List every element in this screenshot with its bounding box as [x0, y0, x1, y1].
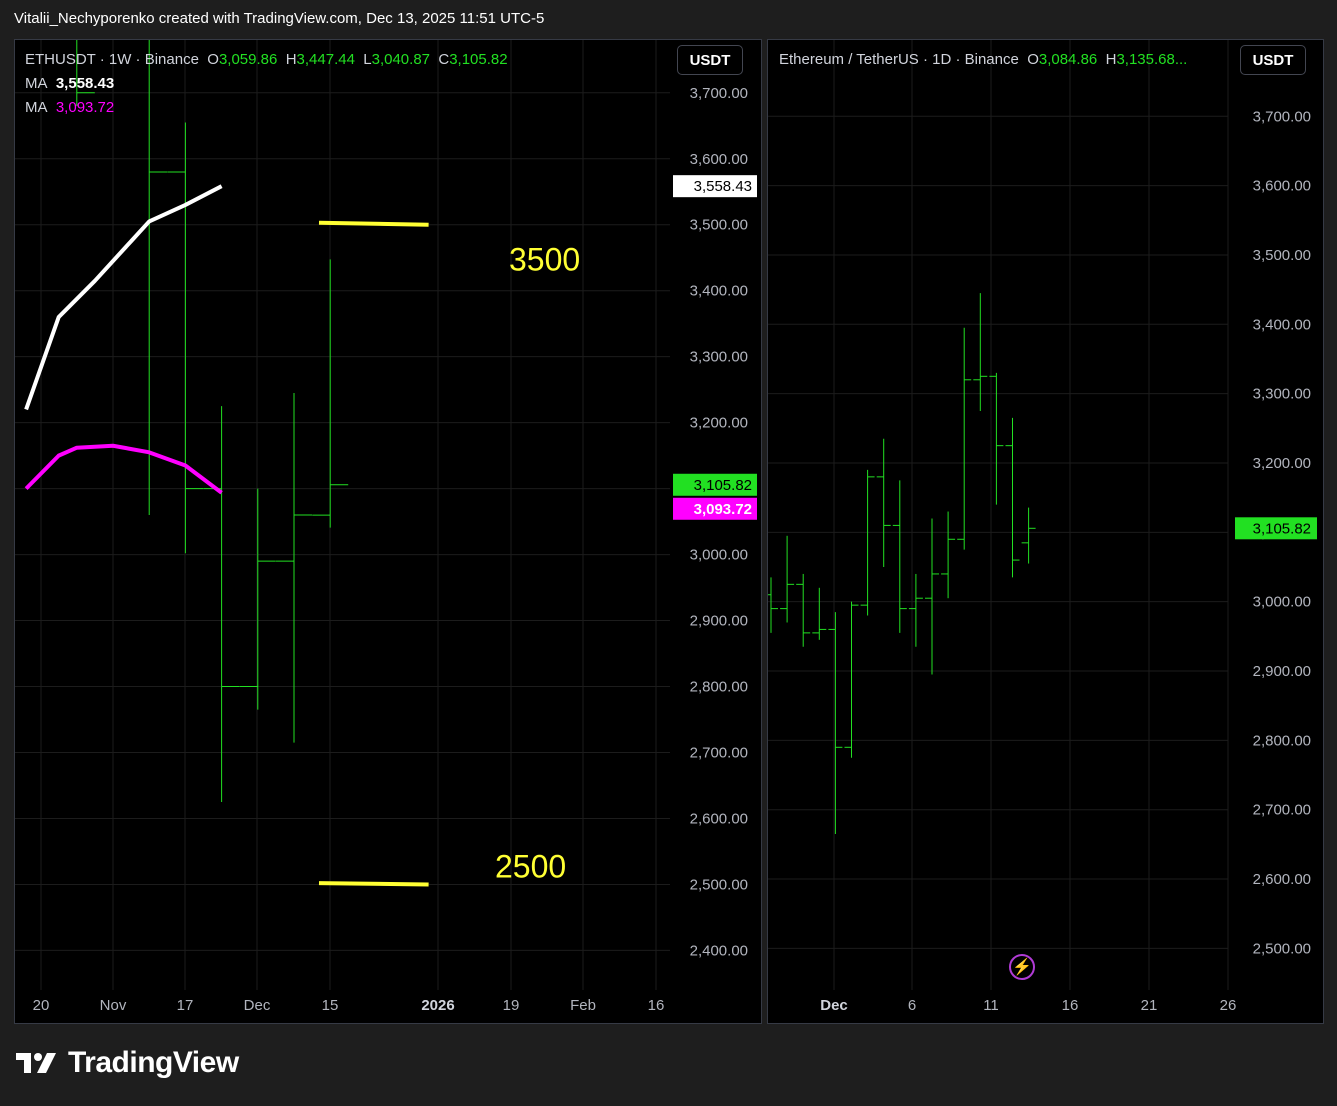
y-axis-tick: 3,700.00 [690, 85, 748, 102]
y-axis-tick: 3,000.00 [1253, 594, 1311, 611]
x-axis-tick: Dec [244, 997, 271, 1014]
high-value: 3,447.44 [296, 51, 355, 68]
y-axis-tick: 3,500.00 [1253, 247, 1311, 264]
y-axis-tick: 3,200.00 [1253, 455, 1311, 472]
open-value: 3,059.86 [218, 51, 278, 68]
x-axis-tick: 6 [908, 997, 916, 1014]
tradingview-logo[interactable]: TradingView [16, 1046, 239, 1080]
x-axis-tick: 16 [648, 997, 665, 1014]
ma1-value: 3,558.43 [55, 75, 115, 92]
annotation-line-3500 [318, 220, 429, 227]
y-axis-tick: 3,000.00 [690, 547, 748, 564]
y-axis-tick: 3,300.00 [1253, 386, 1311, 403]
y-axis-tick: 3,300.00 [690, 349, 748, 366]
y-axis-tick: 3,200.00 [690, 415, 748, 432]
daily-high-value: 3,135.68... [1116, 51, 1188, 68]
y-axis-tick: 2,700.00 [1253, 802, 1311, 819]
low-value: 3,040.87 [371, 51, 430, 68]
low-label: L [363, 51, 372, 68]
currency-button-daily[interactable]: USDT [1240, 45, 1306, 75]
annotation-line-2500 [318, 881, 429, 887]
lightning-icon[interactable]: ⚡ [1009, 954, 1035, 980]
ma2-value: 3,093.72 [55, 99, 115, 116]
x-axis-tick: Dec [820, 997, 848, 1014]
tradingview-brand: TradingView [68, 1046, 239, 1079]
x-axis-tick: 2026 [421, 997, 454, 1014]
last-price-badge: 3,105.82 [1253, 520, 1311, 537]
weekly-symbol-label[interactable]: ETHUSDT · 1W · Binance [25, 51, 199, 68]
y-axis-tick: 3,600.00 [690, 151, 748, 168]
open-label: O [207, 51, 219, 68]
x-axis-tick: 19 [503, 997, 520, 1014]
ma1-legend[interactable]: MA 3,558.43 [25, 72, 508, 96]
y-axis-tick: 3,600.00 [1253, 178, 1311, 195]
x-axis-tick: 17 [177, 997, 194, 1014]
y-axis-tick: 2,900.00 [690, 613, 748, 630]
y-axis-tick: 2,800.00 [690, 679, 748, 696]
x-axis-tick: Feb [570, 997, 596, 1014]
weekly-legend: ETHUSDT · 1W · Binance O3,059.86 H3,447.… [25, 48, 508, 120]
y-axis-tick: 3,400.00 [1253, 316, 1311, 333]
y-axis-tick: 3,400.00 [690, 283, 748, 300]
x-axis-tick: 21 [1141, 997, 1158, 1014]
ma2-price-badge: 3,093.72 [694, 501, 752, 518]
weekly-legend-ohlc: ETHUSDT · 1W · Binance O3,059.86 H3,447.… [25, 48, 508, 72]
y-axis-tick: 2,500.00 [690, 876, 748, 893]
y-axis-tick: 2,700.00 [690, 745, 748, 762]
y-axis-tick: 2,600.00 [1253, 871, 1311, 888]
weekly-chart-pane[interactable]: 3500 2500 3,700.00 3,600.00 3,500.00 3,400.00… [14, 39, 762, 1024]
daily-open-value: 3,084.86 [1038, 51, 1098, 68]
ma1-price-badge: 3,558.43 [694, 178, 752, 195]
daily-chart-pane[interactable]: 3,700.00 3,600.00 3,500.00 3,400.00 3,300.00… [767, 39, 1324, 1024]
daily-high-label: H [1105, 51, 1117, 68]
ma2-legend[interactable]: MA 3,093.72 [25, 96, 508, 120]
annotation-label-3500: 3500 [509, 242, 580, 278]
close-label: C [438, 51, 450, 68]
chart-caption: Vitalii_Nechyporenko created with Tradin… [14, 10, 545, 27]
y-axis-tick: 2,400.00 [690, 942, 748, 959]
y-axis-tick: 2,800.00 [1253, 732, 1311, 749]
annotation-label-2500: 2500 [495, 848, 566, 884]
ma2-label: MA [25, 99, 48, 116]
x-axis-tick: 15 [322, 997, 339, 1014]
y-axis-tick: 2,600.00 [690, 810, 748, 827]
daily-symbol-label[interactable]: Ethereum / TetherUS · 1D · Binance [779, 51, 1019, 68]
x-axis-tick: 20 [33, 997, 50, 1014]
ma-line-1 [24, 184, 223, 411]
daily-chart-svg[interactable]: 3,700.00 3,600.00 3,500.00 3,400.00 3,300.00… [768, 40, 1324, 1024]
currency-button[interactable]: USDT [677, 45, 743, 75]
x-axis-tick: 16 [1062, 997, 1079, 1014]
ma-line-2 [24, 443, 223, 495]
x-axis-tick: 11 [983, 997, 999, 1014]
x-axis-tick: Nov [100, 997, 127, 1014]
y-axis-tick: 2,900.00 [1253, 663, 1311, 680]
high-label: H [285, 51, 297, 68]
y-axis-tick: 3,700.00 [1253, 108, 1311, 125]
daily-legend: Ethereum / TetherUS · 1D · Binance O3,08… [779, 48, 1187, 72]
ma1-label: MA [25, 75, 48, 92]
last-price-badge: 3,105.82 [694, 477, 752, 494]
x-axis-tick: 26 [1220, 997, 1237, 1014]
y-axis-tick: 2,500.00 [1253, 940, 1311, 957]
tradingview-logo-icon [16, 1053, 56, 1073]
close-value: 3,105.82 [449, 51, 508, 68]
weekly-chart-svg[interactable]: 3500 2500 3,700.00 3,600.00 3,500.00 3,400.00… [15, 40, 762, 1024]
y-axis-tick: 3,500.00 [690, 217, 748, 234]
daily-open-label: O [1027, 51, 1039, 68]
